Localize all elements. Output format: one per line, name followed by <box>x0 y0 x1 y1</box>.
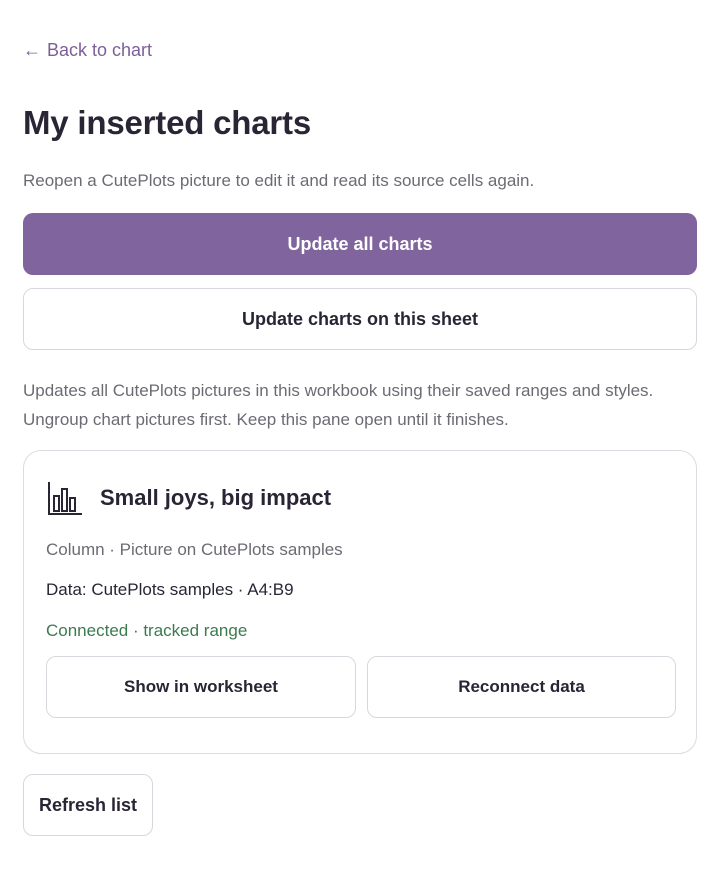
chart-card-status: Connected · tracked range <box>46 621 248 640</box>
chart-card-title: Small joys, big impact <box>100 485 332 510</box>
reconnect-data-button[interactable]: Reconnect data <box>367 656 676 718</box>
back-link-label: Back to chart <box>47 40 153 60</box>
update-sheet-charts-button[interactable]: Update charts on this sheet <box>23 288 697 350</box>
chart-card: Small joys, big impact Column · Picture … <box>23 450 697 754</box>
page-subtitle: Reopen a CutePlots picture to edit it an… <box>23 171 535 190</box>
chart-card-data-range: Data: CutePlots samples · A4:B9 <box>46 580 294 599</box>
chart-card-meta: Column · Picture on CutePlots samples <box>46 540 343 559</box>
update-all-charts-button[interactable]: Update all charts <box>23 213 697 275</box>
bar-chart-icon <box>48 482 82 515</box>
help-line-1: Updates all CutePlots pictures in this w… <box>23 381 654 400</box>
show-in-worksheet-button[interactable]: Show in worksheet <box>46 656 356 718</box>
help-line-2: Ungroup chart pictures first. Keep this … <box>23 410 509 429</box>
page-title: My inserted charts <box>23 104 312 141</box>
back-to-chart-link[interactable]: ← Back to chart <box>23 40 152 61</box>
refresh-list-button[interactable]: Refresh list <box>23 774 153 836</box>
update-help-text: Updates all CutePlots pictures in this w… <box>23 376 703 434</box>
back-arrow-icon: ← <box>23 40 41 60</box>
